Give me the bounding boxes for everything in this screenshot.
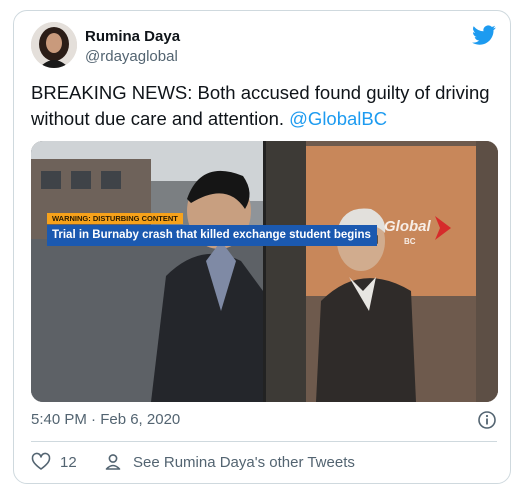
tweet-card: Rumina Daya @rdayaglobal BREAKING NEWS: … (13, 10, 511, 484)
info-icon[interactable] (477, 410, 497, 430)
author-handle[interactable]: @rdayaglobal (85, 48, 178, 65)
brand-logo-sub: BC (404, 237, 416, 246)
video-frame (31, 141, 498, 402)
tweet-text: BREAKING NEWS: Both accused found guilty… (31, 80, 501, 132)
mention-link[interactable]: @GlobalBC (289, 108, 387, 129)
twitter-bird-icon[interactable] (472, 23, 496, 47)
news-headline: Trial in Burnaby crash that killed excha… (47, 225, 377, 246)
person-icon[interactable] (103, 452, 123, 472)
brand-chevron-icon (435, 216, 451, 240)
like-count[interactable]: 12 (60, 454, 77, 471)
divider (31, 441, 497, 442)
warning-label: WARNING: DISTURBING CONTENT (47, 213, 183, 224)
brand-logo-text: Global (384, 218, 431, 235)
author-name[interactable]: Rumina Daya (85, 28, 180, 45)
tweet-body: BREAKING NEWS: Both accused found guilty… (31, 82, 490, 129)
other-tweets-link[interactable]: See Rumina Daya's other Tweets (133, 454, 355, 471)
avatar[interactable] (31, 22, 77, 68)
heart-icon[interactable] (31, 452, 51, 472)
tweet-media[interactable] (31, 141, 498, 402)
tweet-timestamp[interactable]: 5:40 PM · Feb 6, 2020 (31, 411, 180, 428)
